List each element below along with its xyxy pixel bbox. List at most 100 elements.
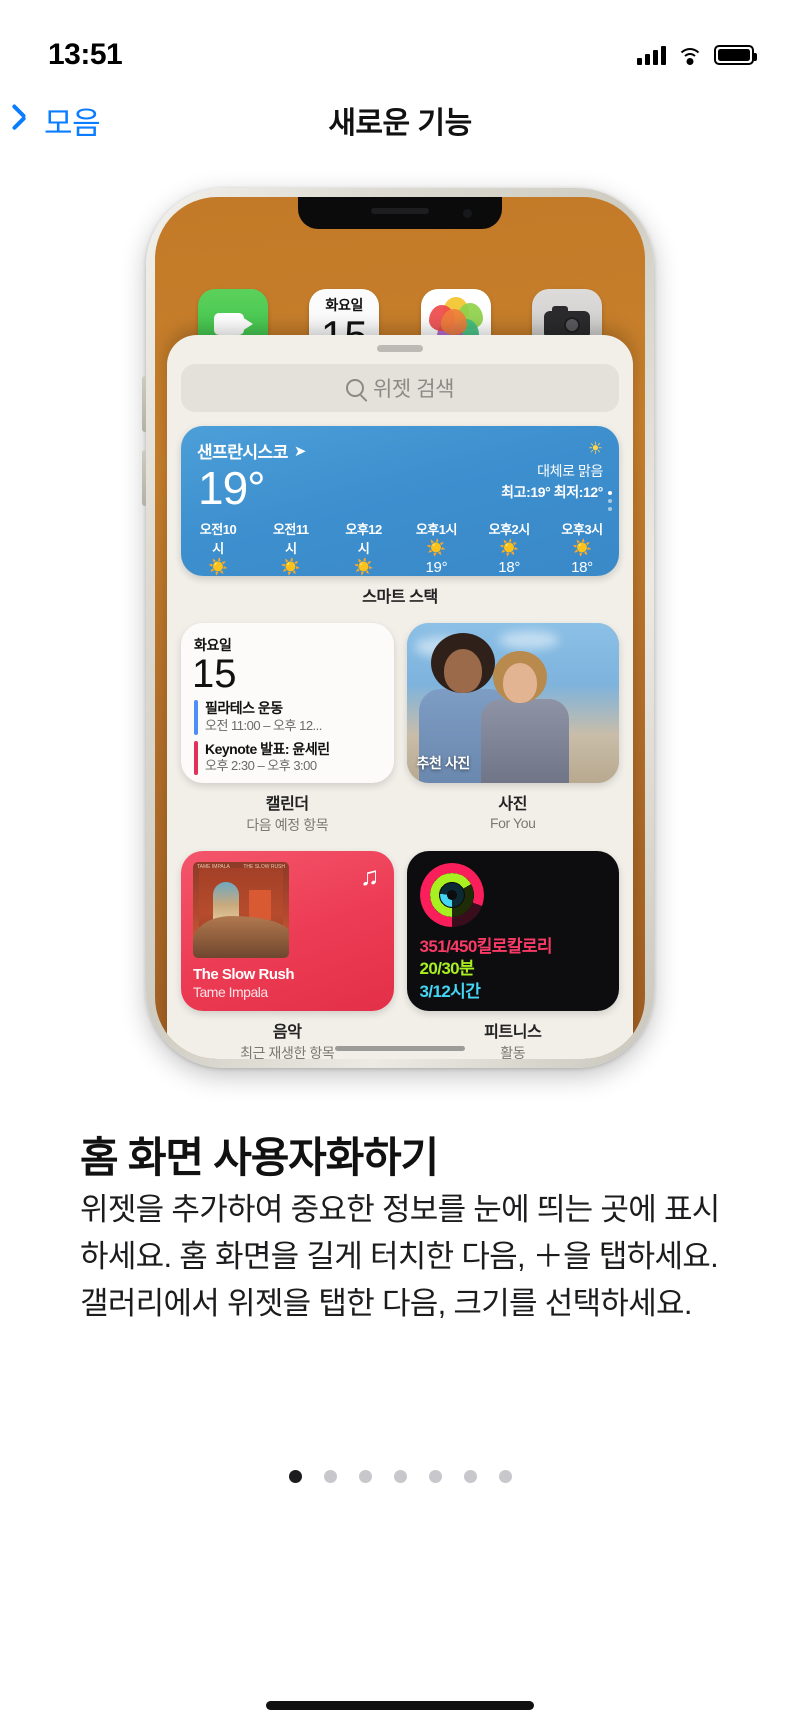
widget-weather[interactable]: 샌프란시스코 ➤ 19° ☀ 대체로 맑음 최고:19° 최저:12° 오전10…: [181, 426, 619, 576]
weather-top-row: 샌프란시스코 ➤ 19° ☀ 대체로 맑음 최고:19° 최저:12°: [181, 426, 619, 511]
weather-hour-temp: 18°: [498, 559, 521, 576]
navigation-bar: 모음 새로운 기능: [0, 92, 800, 156]
photo-person-2-face: [502, 663, 537, 703]
feature-body-text: 위젯을 추가하여 중요한 정보를 눈에 띄는 곳에 표시하세요. 홈 화면을 길…: [80, 1192, 720, 1322]
battery-full-icon: [714, 45, 757, 65]
weather-condition: 대체로 맑음: [537, 463, 603, 479]
weather-hour-label: 오전10시: [199, 522, 237, 556]
widget-gallery-body: 샌프란시스코 ➤ 19° ☀ 대체로 맑음 최고:19° 최저:12° 오전10…: [167, 412, 633, 1059]
search-placeholder: 위젯 검색: [372, 378, 455, 401]
weather-temperature: 19°: [198, 462, 266, 514]
photos-label: 사진: [498, 796, 528, 813]
fitness-label: 피트니스: [484, 1024, 542, 1041]
weather-hourly-row: 오전10시 ☀️ 19° 오전11시 ☀️ 19° 오후12시: [181, 511, 619, 576]
event-color-bar: [194, 700, 198, 735]
page-dot-2[interactable]: [323, 1470, 337, 1483]
calendar-event: Keynote 발표: 윤세린 오후 2:30 – 오후 3:00: [194, 740, 381, 775]
widget-music[interactable]: TAME IMPALA THE SLOW RUSH ♫ The Slow Rush…: [181, 851, 394, 1011]
sun-icon: ☀️: [280, 559, 301, 576]
music-note-icon: ♫: [360, 861, 380, 891]
music-artist: Tame Impala: [193, 984, 268, 1000]
weather-hour-label: 오후12시: [345, 522, 382, 556]
weather-city: 샌프란시스코: [197, 443, 288, 462]
sun-icon: ☀️: [499, 540, 520, 557]
page-dot-1[interactable]: [288, 1470, 302, 1483]
home-indicator: [266, 1701, 534, 1710]
front-camera-icon: [463, 209, 472, 218]
sun-icon: ☀️: [353, 559, 374, 576]
fitness-stand-value: 3/12시간: [419, 981, 481, 1001]
sun-icon: ☀: [587, 439, 603, 458]
sun-icon: ☀️: [426, 540, 447, 557]
widget-calendar[interactable]: 화요일 15 필라테스 운동 오전 11:00 – 오후 12... Keyno…: [181, 623, 394, 783]
widget-cell-music: TAME IMPALA THE SLOW RUSH ♫ The Slow Rush…: [181, 851, 394, 1059]
widget-photos[interactable]: 추천 사진: [406, 623, 619, 783]
widget-fitness[interactable]: 351/450킬로칼로리 20/30분 3/12시간: [406, 851, 619, 1011]
weather-city-row: 샌프란시스코 ➤: [197, 438, 306, 463]
wifi-icon: [677, 46, 703, 65]
smart-stack-page-dots[interactable]: [608, 491, 612, 511]
page-dot-5[interactable]: [428, 1470, 442, 1483]
widget-label-smart-stack: 스마트 스택: [181, 583, 619, 607]
widget-cell-calendar: 화요일 15 필라테스 운동 오전 11:00 – 오후 12... Keyno…: [181, 623, 394, 835]
phone-screen: 화요일 15: [155, 197, 645, 1059]
weather-left: 샌프란시스코 ➤ 19°: [197, 438, 306, 514]
activity-rings-icon: [419, 863, 484, 927]
widget-row-3: TAME IMPALA THE SLOW RUSH ♫ The Slow Rush…: [181, 851, 619, 1059]
screen-root: 13:51 모음 새로운 기능 화요일 15: [0, 0, 800, 1732]
weather-high-low: 최고:19° 최저:12°: [501, 484, 603, 500]
event-time: 오후 2:30 – 오후 3:00: [205, 758, 317, 774]
weather-hour-cell: 오전11시 ☀️ 19°: [268, 519, 314, 576]
widget-cell-photos: 추천 사진 사진 For You: [406, 623, 620, 835]
status-bar: 13:51: [0, 0, 800, 86]
weather-hour-label: 오후2시: [488, 522, 531, 537]
fitness-exercise-value: 20/30분: [419, 959, 475, 979]
page-dot-3[interactable]: [358, 1470, 372, 1483]
photo-person-2-body: [480, 699, 569, 783]
widget-label-calendar: 캘린더 다음 예정 항목: [181, 790, 394, 835]
page-dot-4[interactable]: [393, 1470, 407, 1483]
weather-hour-temp: 19°: [425, 559, 448, 576]
smart-stack-label: 스마트 스택: [362, 589, 438, 606]
widget-label-music: 음악 최근 재생한 항목: [181, 1018, 394, 1059]
page-dot-7[interactable]: [498, 1470, 512, 1483]
music-album-title: The Slow Rush: [193, 966, 295, 983]
calendar-day: 15: [192, 652, 237, 696]
search-icon: [345, 379, 364, 397]
fitness-move-value: 351/450킬로칼로리: [419, 937, 553, 956]
weather-right: ☀ 대체로 맑음 최고:19° 최저:12°: [501, 438, 603, 511]
event-time: 오전 11:00 – 오후 12...: [205, 717, 322, 733]
page-title: 새로운 기능: [328, 107, 472, 140]
event-title: Keynote 발표: 윤세린: [205, 740, 330, 757]
fitness-stats: 351/450킬로칼로리 20/30분 3/12시간: [420, 936, 607, 1003]
signal-bars-icon: [637, 45, 666, 65]
sheet-grabber[interactable]: [377, 345, 423, 352]
photos-sublabel: For You: [490, 815, 536, 831]
weather-hour-cell: 오후2시 ☀️ 18°: [486, 519, 532, 576]
weather-hour-cell: 오후1시 ☀️ 19°: [413, 519, 459, 576]
calendar-label: 캘린더: [265, 796, 309, 813]
status-indicators: [637, 45, 757, 65]
location-arrow-icon: ➤: [293, 442, 307, 460]
weather-hour-label: 오전11시: [272, 522, 309, 556]
event-title: 필라테스 운동: [205, 700, 283, 717]
calendar-event: 필라테스 운동 오전 11:00 – 오후 12...: [194, 700, 381, 735]
phone-illustration: 화요일 15: [142, 188, 654, 1068]
widget-cell-fitness: 351/450킬로칼로리 20/30분 3/12시간 피트니스 활동: [406, 851, 619, 1059]
weather-hour-cell: 오후3시 ☀️ 18°: [559, 519, 605, 576]
sun-icon: ☀️: [572, 540, 592, 557]
event-color-bar: [194, 740, 198, 775]
earpiece-speaker: [371, 208, 429, 214]
photos-badge: 추천 사진: [416, 755, 471, 771]
page-dot-6[interactable]: [463, 1470, 477, 1483]
weather-hour-label: 오후3시: [561, 522, 603, 537]
weather-hour-temp: 18°: [571, 559, 593, 576]
widget-label-photos: 사진 For You: [407, 790, 620, 831]
weather-hour-cell: 오전10시 ☀️ 19°: [195, 519, 241, 576]
calendar-sublabel: 다음 예정 항목: [246, 817, 329, 833]
widget-gallery-sheet: 위젯 검색 샌프란시스코 ➤ 19° ☀ 대체로 맑음 최고:19° 최저:12…: [167, 335, 633, 1059]
sun-icon: ☀️: [208, 559, 228, 576]
page-dots[interactable]: [0, 1470, 800, 1483]
photo-person-1-face: [443, 649, 482, 693]
search-input[interactable]: 위젯 검색: [181, 364, 619, 412]
